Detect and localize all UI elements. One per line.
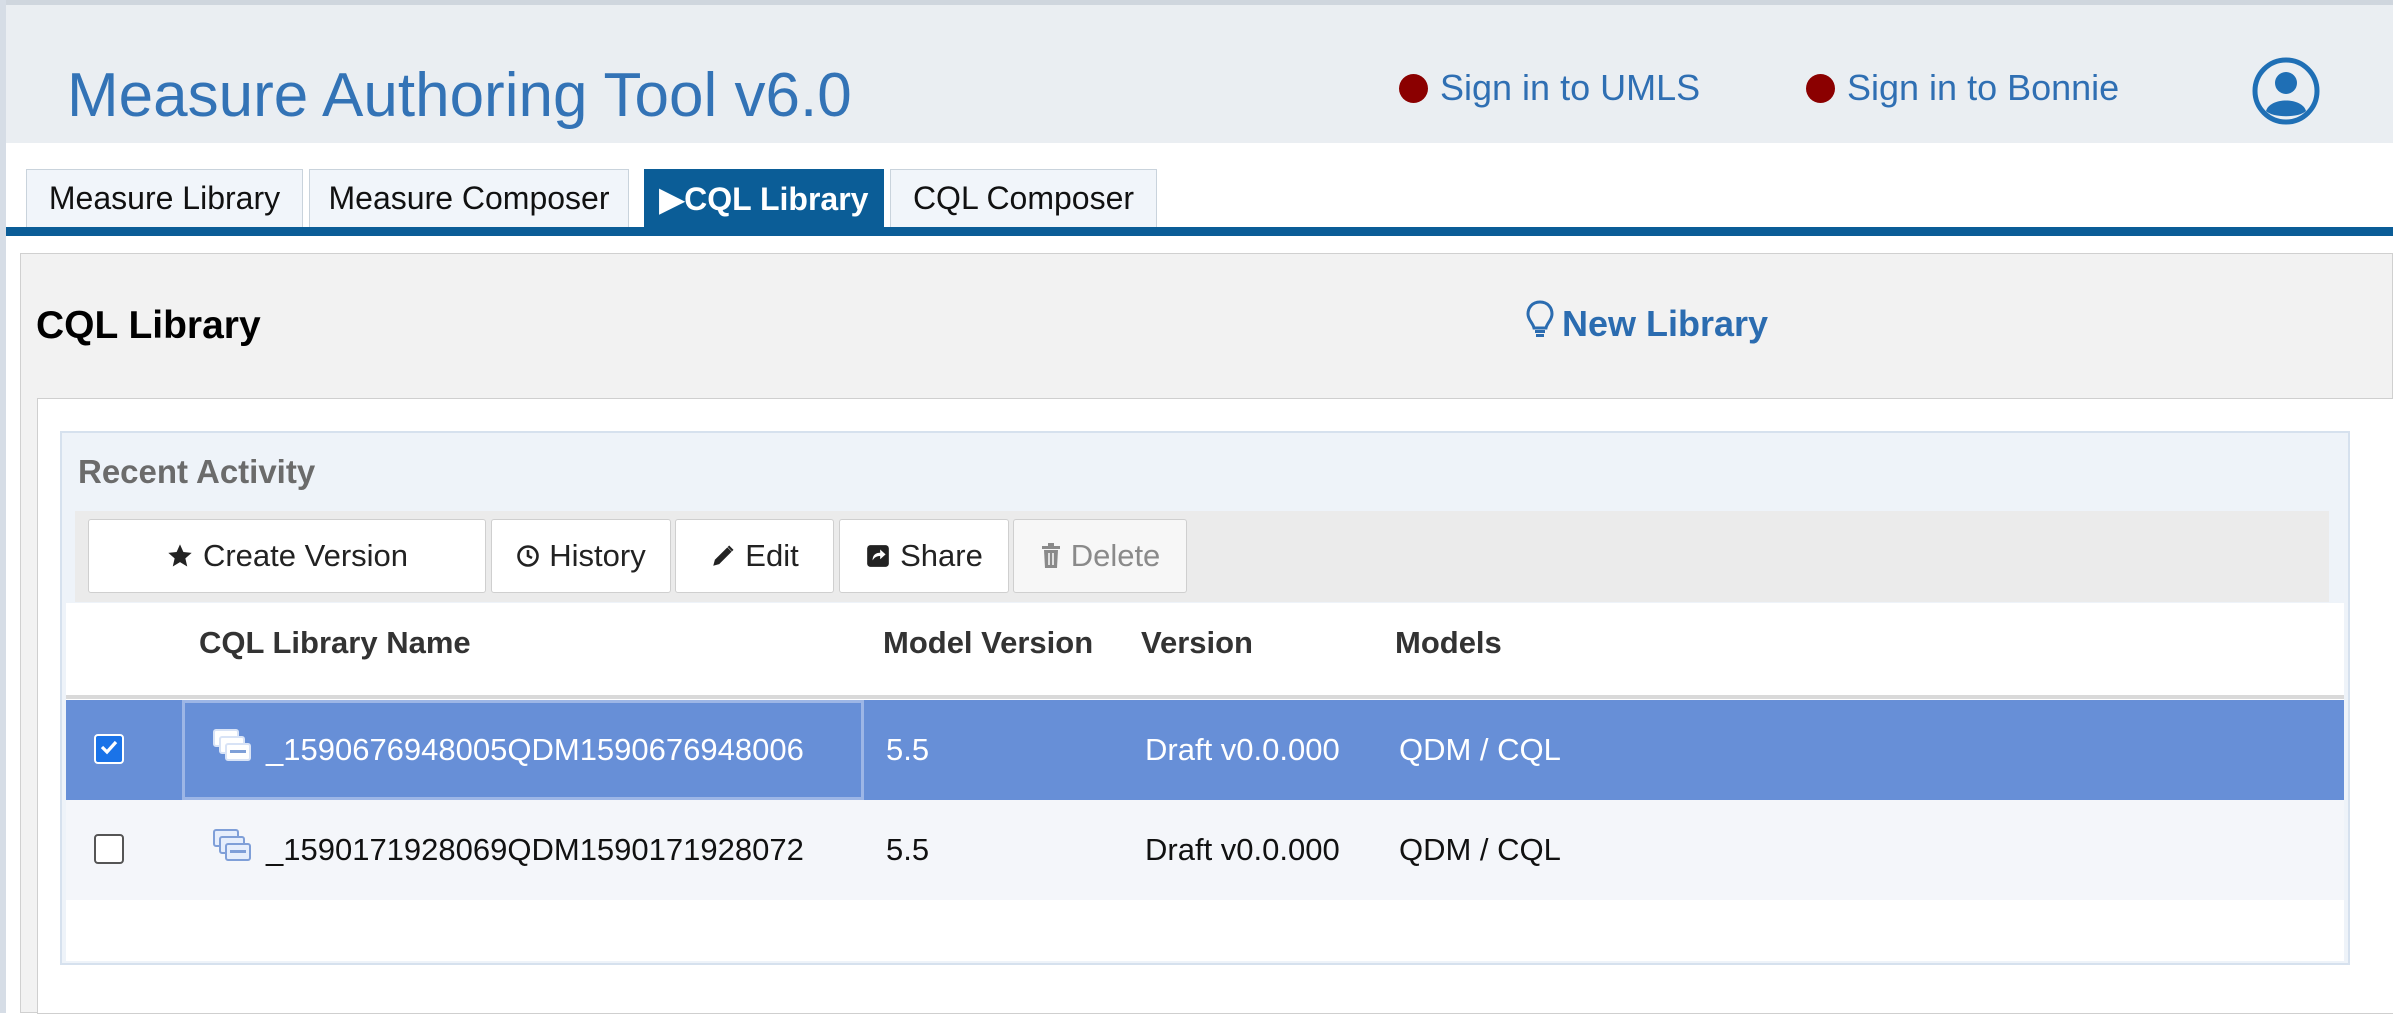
share-label: Share xyxy=(900,538,983,573)
user-circle-icon[interactable] xyxy=(2252,57,2320,125)
library-stack-icon xyxy=(212,728,252,772)
create-version-button[interactable]: Create Version xyxy=(88,519,486,593)
column-header-models[interactable]: Models xyxy=(1395,625,1502,661)
library-table: CQL Library Name Model Version Version M… xyxy=(66,603,2344,961)
star-icon xyxy=(166,542,194,570)
edit-label: Edit xyxy=(745,538,799,573)
library-name: _1590171928069QDM1590171928072 xyxy=(266,832,804,867)
version-cell: Draft v0.0.000 xyxy=(1145,832,1340,867)
header-divider xyxy=(66,695,2344,699)
history-button[interactable]: History xyxy=(491,519,671,593)
library-name: _1590676948005QDM1590676948006 xyxy=(266,732,804,767)
app-header: Measure Authoring Tool v6.0 Sign in to U… xyxy=(6,0,2393,143)
clock-icon xyxy=(516,544,540,568)
model-version-cell: 5.5 xyxy=(886,832,930,867)
app-title: Measure Authoring Tool v6.0 xyxy=(67,61,852,130)
status-dot-icon xyxy=(1399,73,1428,103)
share-button[interactable]: Share xyxy=(839,519,1009,593)
sign-in-umls-link[interactable]: Sign in to UMLS xyxy=(1399,67,1700,109)
sign-in-bonnie-link[interactable]: Sign in to Bonnie xyxy=(1806,67,2119,109)
models-cell: QDM / CQL xyxy=(1399,832,1561,867)
table-row[interactable]: _1590676948005QDM1590676948006 5.5 Draft… xyxy=(66,700,2344,800)
model-version-cell: 5.5 xyxy=(886,732,930,767)
delete-button[interactable]: Delete xyxy=(1013,519,1187,593)
page-title: CQL Library xyxy=(36,304,261,347)
lightbulb-icon xyxy=(1526,299,1562,348)
status-dot-icon xyxy=(1806,73,1835,103)
tab-underline xyxy=(6,227,2393,236)
library-name-cell[interactable]: _1590676948005QDM1590676948006 xyxy=(182,700,864,800)
main-tab-bar: Measure Library Measure Composer ▶CQL Li… xyxy=(6,143,2393,238)
row-checkbox[interactable] xyxy=(94,834,124,864)
tab-cql-library[interactable]: ▶CQL Library xyxy=(644,169,884,227)
trash-icon xyxy=(1040,543,1062,569)
row-checkbox[interactable] xyxy=(94,734,124,764)
share-icon xyxy=(865,543,891,569)
history-label: History xyxy=(549,538,646,573)
models-cell: QDM / CQL xyxy=(1399,732,1561,767)
cql-library-page: CQL Library New Library Recent Activity … xyxy=(20,253,2393,1014)
library-stack-icon xyxy=(212,828,252,872)
sign-in-umls-label: Sign in to UMLS xyxy=(1440,67,1701,108)
create-version-label: Create Version xyxy=(202,538,409,573)
new-library-link[interactable]: New Library xyxy=(1526,299,1768,348)
tab-measure-composer[interactable]: Measure Composer xyxy=(309,169,629,227)
edit-button[interactable]: Edit xyxy=(675,519,834,593)
table-row[interactable]: _1590171928069QDM1590171928072 5.5 Draft… xyxy=(66,800,2344,900)
recent-activity-section: Recent Activity Create Version History E… xyxy=(60,431,2350,965)
tab-cql-composer[interactable]: CQL Composer xyxy=(890,169,1157,227)
column-header-library-name[interactable]: CQL Library Name xyxy=(199,625,471,661)
sign-in-bonnie-label: Sign in to Bonnie xyxy=(1847,67,2120,108)
library-name-cell[interactable]: _1590171928069QDM1590171928072 xyxy=(182,800,864,900)
recent-activity-title: Recent Activity xyxy=(78,453,316,490)
column-header-version[interactable]: Version xyxy=(1141,625,1253,661)
library-panel: Recent Activity Create Version History E… xyxy=(37,398,2393,1014)
delete-label: Delete xyxy=(1070,538,1161,573)
new-library-label: New Library xyxy=(1562,302,1769,344)
checkbox-checked-icon xyxy=(98,736,120,763)
column-header-model-version[interactable]: Model Version xyxy=(883,625,1093,661)
version-cell: Draft v0.0.000 xyxy=(1145,732,1340,767)
pencil-icon xyxy=(710,543,736,569)
library-toolbar: Create Version History Edit Share Delete xyxy=(75,511,2329,602)
tab-measure-library[interactable]: Measure Library xyxy=(26,169,303,227)
